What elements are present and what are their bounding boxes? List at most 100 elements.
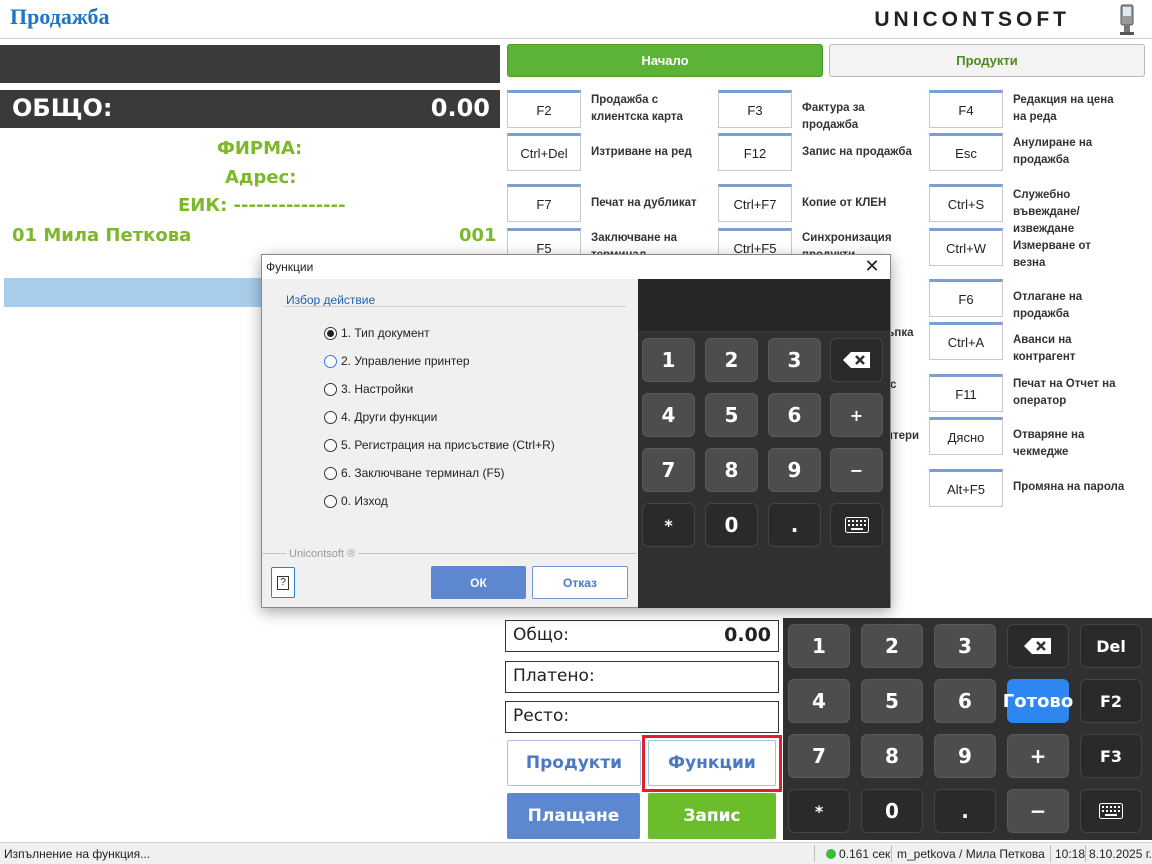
key-0[interactable]: 0 [705, 503, 758, 547]
save-button[interactable]: Запис [648, 793, 776, 839]
key-dot[interactable]: . [768, 503, 821, 547]
keyboard-icon[interactable] [830, 503, 883, 547]
option-settings[interactable]: 3. Настройки [324, 382, 413, 396]
help-icon-label: ? [277, 575, 289, 590]
key-3[interactable]: 3 [768, 338, 821, 382]
summary-paid-label: Платено: [513, 666, 595, 686]
cancel-button[interactable]: Отказ [532, 566, 628, 599]
option-printer[interactable]: 2. Управление принтер [324, 354, 470, 368]
address-label: Адрес: [225, 167, 297, 188]
total-value: 0.00 [430, 94, 490, 122]
shortcut-key-ctrl-del[interactable]: Ctrl+Del [507, 133, 581, 171]
tab-start[interactable]: Начало [507, 44, 823, 77]
shortcut-label: Копие от КЛЕН [802, 197, 887, 209]
key-plus[interactable]: + [830, 393, 883, 437]
key-asterisk[interactable]: * [788, 789, 850, 833]
key-f3[interactable]: F3 [1080, 734, 1142, 778]
key-asterisk[interactable]: * [642, 503, 695, 547]
done-button[interactable]: Готово [1003, 679, 1073, 723]
status-separator [1085, 845, 1086, 862]
pay-button[interactable]: Плащане [507, 793, 640, 839]
keyboard-icon[interactable] [1080, 789, 1142, 833]
key-1[interactable]: 1 [642, 338, 695, 382]
key-f2[interactable]: F2 [1080, 679, 1142, 723]
key-6[interactable]: 6 [934, 679, 996, 723]
key-8[interactable]: 8 [705, 448, 758, 492]
input-bar [0, 45, 500, 83]
key-del[interactable]: Del [1080, 624, 1142, 668]
tab-products[interactable]: Продукти [829, 44, 1145, 77]
firm-label: ФИРМА: [217, 138, 303, 159]
option-other-functions[interactable]: 4. Други функции [324, 410, 437, 424]
shortcut-key-esc[interactable]: Esc [929, 133, 1003, 171]
paid-field[interactable]: Платено: [505, 661, 779, 693]
shortcut-key-f11[interactable]: F11 [929, 374, 1003, 412]
key-4[interactable]: 4 [788, 679, 850, 723]
operator-name: 01 Мила Петкова [12, 225, 192, 246]
key-plus[interactable]: + [1007, 734, 1069, 778]
key-0[interactable]: 0 [861, 789, 923, 833]
shortcut-key-right[interactable]: Дясно [929, 417, 1003, 455]
key-1[interactable]: 1 [788, 624, 850, 668]
shortcut-label: Аванси на контрагент [1013, 334, 1076, 363]
key-9[interactable]: 9 [934, 734, 996, 778]
keypad-display [638, 279, 890, 332]
radio-icon[interactable] [324, 410, 337, 424]
key-4[interactable]: 4 [642, 393, 695, 437]
radio-icon[interactable] [324, 382, 337, 396]
help-icon[interactable]: ? [271, 567, 295, 598]
radio-icon[interactable] [324, 438, 337, 452]
functions-button[interactable]: Функции [648, 740, 776, 786]
backspace-icon[interactable] [1007, 624, 1069, 668]
shortcut-label-partial: нтери [886, 430, 920, 442]
key-dot[interactable]: . [934, 789, 996, 833]
shortcut-key-f3[interactable]: F3 [718, 90, 792, 128]
option-label: 3. Настройки [341, 382, 414, 396]
key-8[interactable]: 8 [861, 734, 923, 778]
shortcut-key-ctrl-a[interactable]: Ctrl+A [929, 322, 1003, 360]
total-bar: ОБЩО: 0.00 [0, 90, 500, 128]
shortcut-key-f4[interactable]: F4 [929, 90, 1003, 128]
shortcut-key-f6[interactable]: F6 [929, 279, 1003, 317]
summary-change-label: Ресто: [513, 706, 570, 726]
key-3[interactable]: 3 [934, 624, 996, 668]
key-9[interactable]: 9 [768, 448, 821, 492]
backspace-icon[interactable] [830, 338, 883, 382]
key-5[interactable]: 5 [705, 393, 758, 437]
shortcut-label: Измерване от везна [1013, 240, 1091, 269]
option-exit[interactable]: 0. Изход [324, 494, 388, 508]
shortcut-key-ctrl-f7[interactable]: Ctrl+F7 [718, 184, 792, 222]
option-attendance[interactable]: 5. Регистрация на присъствие (Ctrl+R) [324, 438, 555, 452]
key-5[interactable]: 5 [861, 679, 923, 723]
shortcut-key-f12[interactable]: F12 [718, 133, 792, 171]
radio-icon[interactable] [324, 354, 337, 368]
dialog-brand: Unicontsoft ® [286, 548, 359, 560]
shortcut-key-f7[interactable]: F7 [507, 184, 581, 222]
shortcut-key-ctrl-w[interactable]: Ctrl+W [929, 228, 1003, 266]
shortcut-key-alt-f5[interactable]: Alt+F5 [929, 469, 1003, 507]
selected-row[interactable] [4, 278, 264, 307]
radio-selected-icon[interactable] [324, 326, 337, 340]
key-6[interactable]: 6 [768, 393, 821, 437]
key-minus[interactable]: − [830, 448, 883, 492]
shortcut-key-ctrl-s[interactable]: Ctrl+S [929, 184, 1003, 222]
key-7[interactable]: 7 [642, 448, 695, 492]
shortcut-label: Отлагане на продажба [1013, 291, 1083, 320]
operator-code: 001 [459, 225, 497, 246]
key-7[interactable]: 7 [788, 734, 850, 778]
products-button[interactable]: Продукти [507, 740, 641, 786]
summary-total-value: 0.00 [724, 624, 771, 646]
close-icon[interactable]: ✕ [858, 255, 886, 279]
key-2[interactable]: 2 [861, 624, 923, 668]
key-minus[interactable]: − [1007, 789, 1069, 833]
radio-icon[interactable] [324, 494, 337, 508]
option-lock-terminal[interactable]: 6. Заключване терминал (F5) [324, 466, 504, 480]
radio-icon[interactable] [324, 466, 337, 480]
option-document-type[interactable]: 1. Тип документ [324, 326, 430, 340]
option-label: 6. Заключване терминал (F5) [341, 466, 505, 480]
option-label: 4. Други функции [341, 410, 438, 424]
shortcut-key-f2[interactable]: F2 [507, 90, 581, 128]
key-2[interactable]: 2 [705, 338, 758, 382]
status-separator [814, 845, 815, 862]
ok-button[interactable]: ОК [431, 566, 526, 599]
